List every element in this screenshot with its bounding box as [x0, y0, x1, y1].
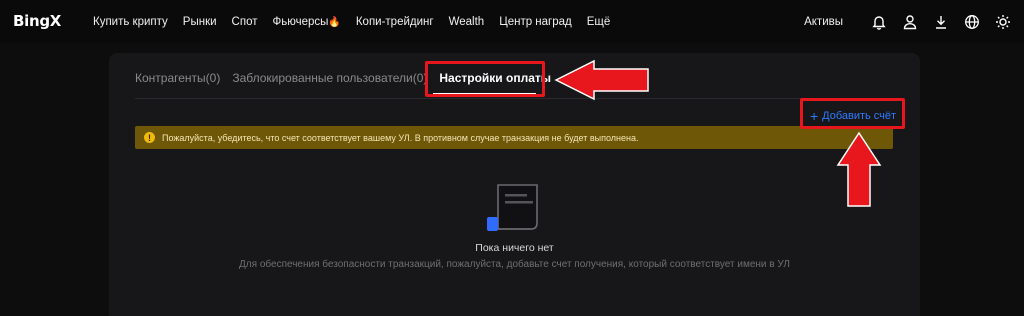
nav-rewards-center[interactable]: Центр наград: [499, 16, 572, 28]
globe-icon[interactable]: [963, 13, 981, 31]
bingx-logo[interactable]: BingX: [13, 12, 61, 30]
arrow-left-annotation: [554, 59, 649, 101]
nav-wealth[interactable]: Wealth: [449, 16, 485, 28]
plus-icon: +: [809, 107, 819, 124]
nav-copy-trading[interactable]: Копи-трейдинг: [356, 16, 434, 28]
nav-markets[interactable]: Рынки: [183, 16, 217, 28]
payment-settings-card: Контрагенты(0) Заблокированные пользоват…: [109, 53, 920, 316]
empty-state-title: Пока ничего нет: [475, 242, 554, 254]
nav-buy-crypto[interactable]: Купить крипту: [93, 16, 168, 28]
add-account-button[interactable]: + Добавить счёт: [807, 104, 899, 127]
nav-more[interactable]: Ещё: [587, 16, 611, 28]
main-nav: Купить крипту Рынки Спот Фьючерсы🔥 Копи-…: [93, 0, 625, 43]
fire-icon: 🔥: [328, 16, 341, 28]
warning-text: Пожалуйста, убедитесь, что счет соответс…: [162, 132, 639, 143]
sun-icon[interactable]: [994, 13, 1012, 31]
document-icon: [487, 184, 538, 231]
active-tab-indicator: [433, 93, 536, 95]
warning-icon: !: [144, 132, 155, 143]
tab-blocked-users[interactable]: Заблокированные пользователи(0): [232, 71, 427, 85]
top-navigation-bar: BingX Купить крипту Рынки Спот Фьючерсы🔥…: [0, 0, 1024, 43]
tab-counterparties[interactable]: Контрагенты(0): [135, 71, 220, 85]
nav-futures[interactable]: Фьючерсы🔥: [272, 16, 340, 28]
warning-banner: ! Пожалуйста, убедитесь, что счет соотве…: [135, 126, 893, 149]
tab-payment-settings[interactable]: Настройки оплаты: [439, 71, 551, 85]
user-icon[interactable]: [901, 13, 919, 31]
tabs-divider: [135, 98, 893, 99]
assets-link[interactable]: Активы: [804, 16, 843, 28]
nav-futures-label: Фьючерсы: [272, 15, 329, 28]
nav-spot[interactable]: Спот: [232, 16, 258, 28]
empty-state-description: Для обеспечения безопасности транзакций,…: [239, 259, 790, 270]
header-actions: Активы: [804, 0, 1012, 43]
add-account-label: Добавить счёт: [822, 109, 897, 122]
download-icon[interactable]: [932, 13, 950, 31]
bell-icon[interactable]: [870, 13, 888, 31]
